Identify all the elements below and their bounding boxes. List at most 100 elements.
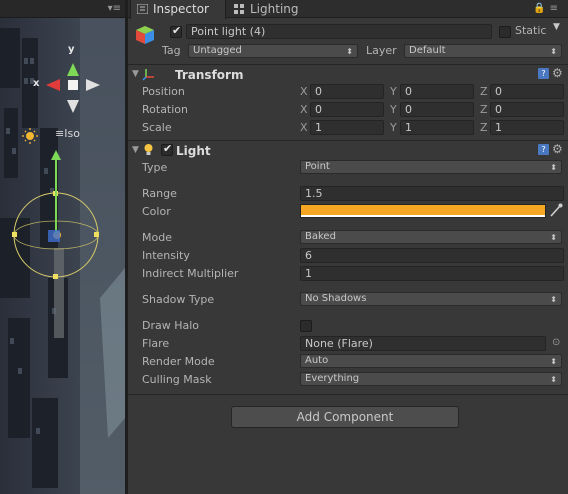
gear-icon[interactable]: ⚙ xyxy=(552,66,563,80)
view-mode-label[interactable]: ≡Iso xyxy=(55,127,80,140)
culling-mask-label: Culling Mask xyxy=(142,373,212,386)
divider xyxy=(128,394,568,395)
light-title: Light xyxy=(176,144,211,158)
tag-label: Tag xyxy=(162,44,181,57)
axis-y-label[interactable]: y xyxy=(68,44,75,55)
lock-icon[interactable]: 🔒≡ xyxy=(533,3,562,14)
gameobject-cube-icon xyxy=(136,26,154,44)
indirect-multiplier-field[interactable]: 1 xyxy=(300,266,564,281)
divider xyxy=(128,140,568,141)
chevron-updown-icon: ⬍ xyxy=(550,233,557,242)
scale-y-field[interactable]: 1 xyxy=(400,120,474,135)
tab-inspector[interactable]: Inspector xyxy=(130,0,226,19)
color-field[interactable] xyxy=(300,204,546,218)
indirect-multiplier-label: Indirect Multiplier xyxy=(142,267,239,280)
tag-value: Untagged xyxy=(193,45,242,56)
eyedropper-icon[interactable] xyxy=(549,203,563,218)
component-tools: ? ⚙ xyxy=(538,66,564,82)
static-checkbox[interactable] xyxy=(499,26,511,38)
shadow-type-dropdown[interactable]: No Shadows ⬍ xyxy=(300,292,562,306)
inspector-tabbar: Inspector Lighting 🔒≡ xyxy=(128,0,568,19)
tab-lighting-label: Lighting xyxy=(250,2,299,16)
mode-label: Mode xyxy=(142,231,172,244)
rotation-y-label: Y xyxy=(390,103,397,116)
gear-icon[interactable]: ⚙ xyxy=(552,142,563,156)
scale-x-field[interactable]: 1 xyxy=(310,120,384,135)
view-mode-text: Iso xyxy=(64,127,80,140)
scene-canvas[interactable] xyxy=(0,18,125,494)
render-mode-dropdown[interactable]: Auto ⬍ xyxy=(300,354,562,368)
scale-z-label: Z xyxy=(480,121,488,134)
add-component-button[interactable]: Add Component xyxy=(231,406,459,428)
color-label: Color xyxy=(142,205,171,218)
culling-mask-value: Everything xyxy=(305,373,360,384)
position-y-label: Y xyxy=(390,85,397,98)
scene-tabbar: ▾≡ xyxy=(0,0,125,18)
help-icon[interactable]: ? xyxy=(538,68,549,79)
scene-view[interactable]: ▾≡ y x ≡Iso xyxy=(0,0,125,494)
scale-y-label: Y xyxy=(390,121,397,134)
help-icon[interactable]: ? xyxy=(538,144,549,155)
intensity-label: Intensity xyxy=(142,249,190,262)
transform-header[interactable]: ▼ Transform ? ⚙ xyxy=(128,66,568,84)
mode-value: Baked xyxy=(305,231,336,242)
light-enabled-checkbox[interactable]: ✔ xyxy=(161,142,173,156)
shadow-type-label: Shadow Type xyxy=(142,293,215,306)
rotation-x-field[interactable]: 0 xyxy=(310,102,384,117)
position-y-field[interactable]: 0 xyxy=(400,84,474,99)
rotation-label: Rotation xyxy=(142,103,189,116)
axis-x-label[interactable]: x xyxy=(33,78,39,89)
check-icon: ✔ xyxy=(172,24,182,37)
tag-dropdown[interactable]: Untagged ⬍ xyxy=(188,44,358,58)
intensity-field[interactable]: 6 xyxy=(300,248,564,263)
flare-field[interactable]: None (Flare) xyxy=(300,336,546,351)
lighting-icon xyxy=(234,4,244,14)
tab-inspector-label: Inspector xyxy=(153,2,209,16)
layer-value: Default xyxy=(409,45,446,56)
gameobject-active-checkbox[interactable]: ✔ xyxy=(170,24,182,38)
chevron-updown-icon: ⬍ xyxy=(550,357,557,366)
type-label: Type xyxy=(142,161,168,174)
type-dropdown[interactable]: Point ⬍ xyxy=(300,160,562,174)
gameobject-name-field[interactable]: Point light (4) xyxy=(186,24,492,39)
tab-lighting[interactable]: Lighting xyxy=(228,0,318,18)
foldout-arrow-icon[interactable]: ▼ xyxy=(132,69,139,79)
position-x-label: X xyxy=(300,85,308,98)
range-field[interactable]: 1.5 xyxy=(300,186,564,201)
chevron-updown-icon: ⬍ xyxy=(550,295,557,304)
foldout-arrow-icon[interactable]: ▼ xyxy=(132,145,139,155)
component-tools: ? ⚙ xyxy=(538,142,564,158)
scale-label: Scale xyxy=(142,121,172,134)
layer-label: Layer xyxy=(366,44,397,57)
culling-mask-dropdown[interactable]: Everything ⬍ xyxy=(300,372,562,386)
scene-menu-icon[interactable]: ▾≡ xyxy=(108,3,121,14)
transform-axes-icon xyxy=(142,69,154,81)
position-label: Position xyxy=(142,85,185,98)
divider xyxy=(128,64,568,65)
inspector-panel: Inspector Lighting 🔒≡ ✔ Point light (4) … xyxy=(128,0,568,494)
rotation-x-label: X xyxy=(300,103,308,116)
light-header[interactable]: ▼ ✔ Light ? ⚙ xyxy=(128,142,568,160)
shadow-type-value: No Shadows xyxy=(305,293,367,304)
position-x-field[interactable]: 0 xyxy=(310,84,384,99)
rotation-y-field[interactable]: 0 xyxy=(400,102,474,117)
chevron-updown-icon: ⬍ xyxy=(550,47,557,56)
scale-z-field[interactable]: 1 xyxy=(490,120,564,135)
light-bulb-icon xyxy=(144,144,153,155)
rotation-z-field[interactable]: 0 xyxy=(490,102,564,117)
scale-x-label: X xyxy=(300,121,308,134)
position-z-label: Z xyxy=(480,85,488,98)
position-z-field[interactable]: 0 xyxy=(490,84,564,99)
draw-halo-checkbox[interactable] xyxy=(300,320,312,332)
mode-dropdown[interactable]: Baked ⬍ xyxy=(300,230,562,244)
layer-dropdown[interactable]: Default ⬍ xyxy=(404,44,562,58)
chevron-updown-icon: ⬍ xyxy=(346,47,353,56)
chevron-updown-icon: ⬍ xyxy=(550,163,557,172)
type-value: Point xyxy=(305,161,330,172)
transform-title: Transform xyxy=(175,68,244,82)
range-label: Range xyxy=(142,187,177,200)
info-icon xyxy=(137,4,148,14)
flare-label: Flare xyxy=(142,337,170,350)
object-picker-icon[interactable]: ⊙ xyxy=(552,337,560,348)
static-dropdown-icon[interactable]: ▼ xyxy=(553,22,560,32)
